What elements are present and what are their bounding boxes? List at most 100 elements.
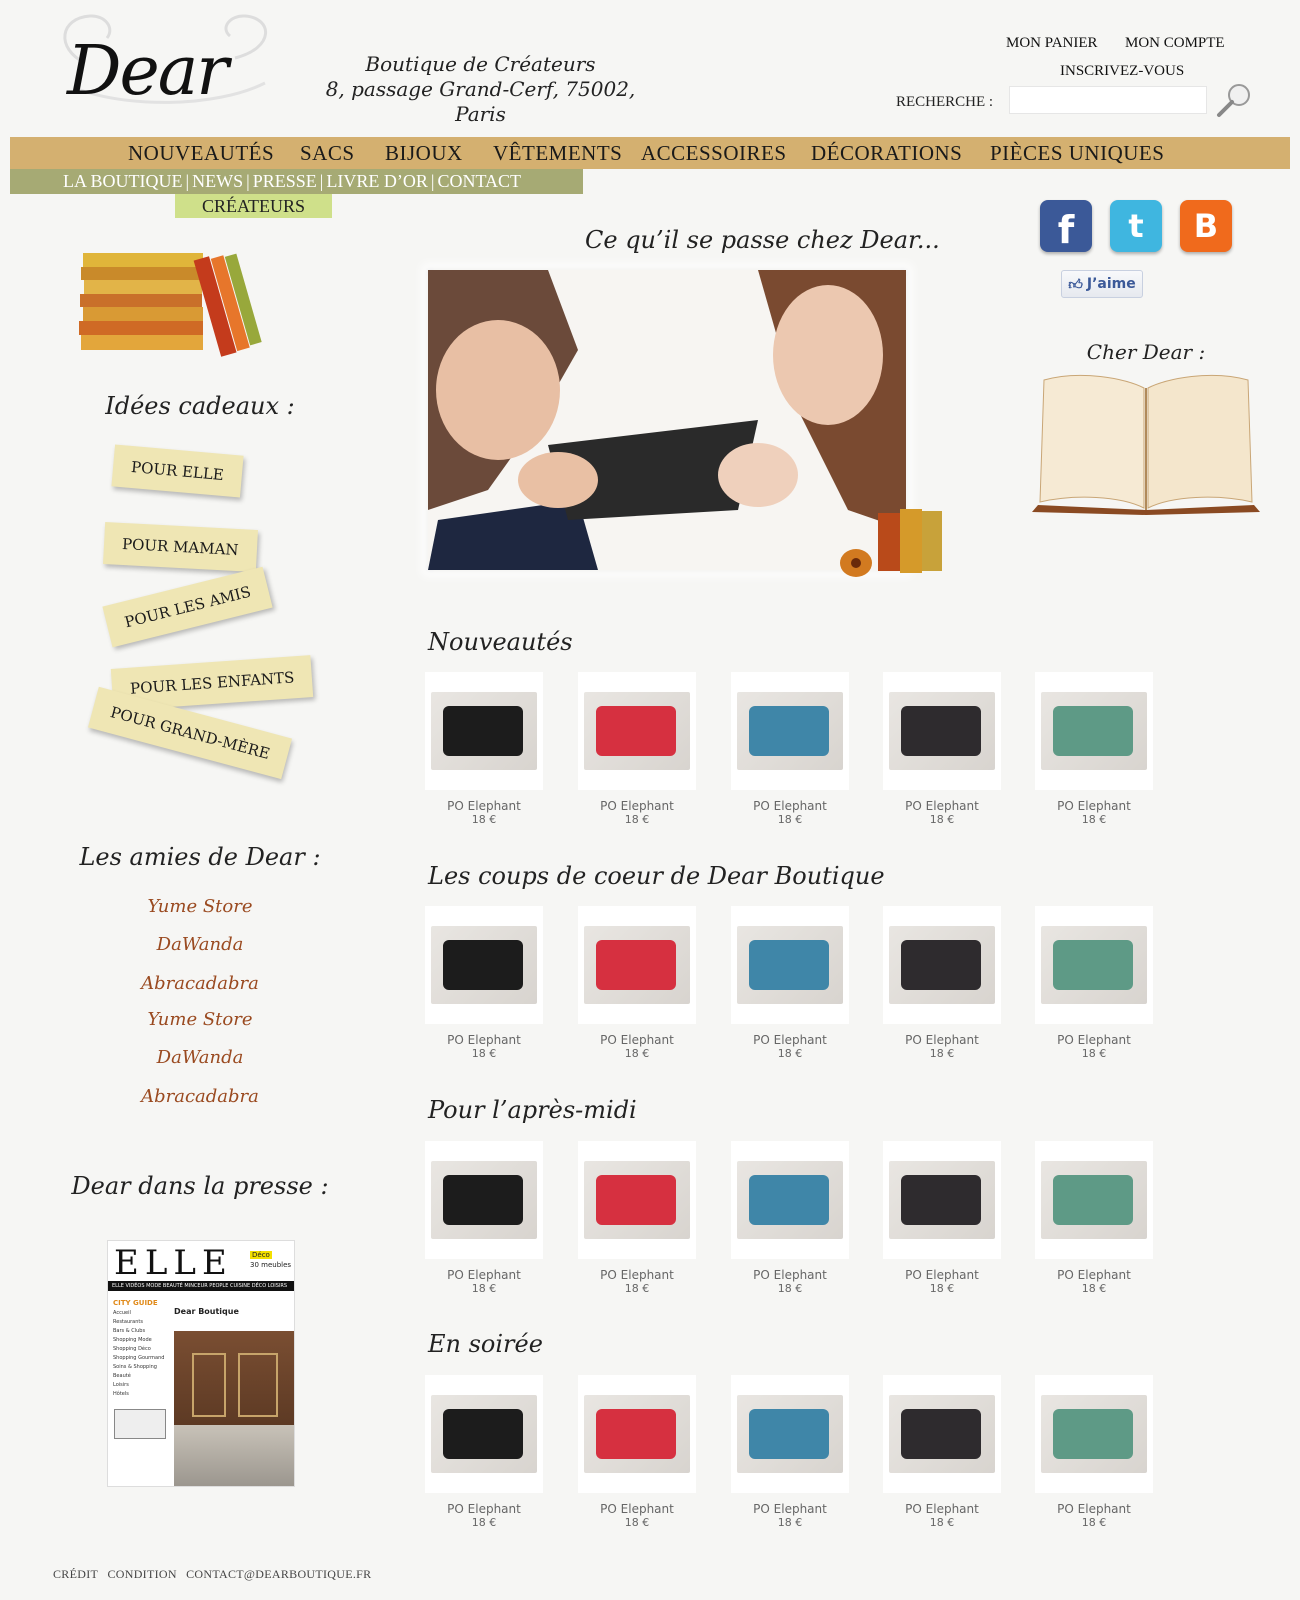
product-name[interactable]: PO Elephant — [883, 799, 1001, 813]
product-name[interactable]: PO Elephant — [883, 1502, 1001, 1516]
product-thumbnail[interactable] — [425, 1375, 543, 1493]
product-name[interactable]: PO Elephant — [731, 1268, 849, 1282]
product-name[interactable]: PO Elephant — [425, 1268, 543, 1282]
signup-link[interactable]: INSCRIVEZ-VOUS — [1060, 63, 1184, 80]
nav-item-pieces-uniques[interactable]: PIÈCES UNIQUES — [990, 141, 1164, 166]
product-thumbnail[interactable] — [731, 1375, 849, 1493]
product-card[interactable]: PO Elephant 18 € — [425, 1141, 543, 1295]
nav-item-decorations[interactable]: DÉCORATIONS — [811, 141, 962, 166]
gift-tag-pour-elle[interactable]: POUR ELLE — [111, 444, 244, 498]
facebook-icon[interactable]: f — [1040, 200, 1092, 252]
product-name[interactable]: PO Elephant — [425, 1502, 543, 1516]
product-card[interactable]: PO Elephant 18 € — [425, 906, 543, 1060]
product-thumbnail[interactable] — [1035, 906, 1153, 1024]
subnav-item-presse[interactable]: PRESSE — [253, 171, 317, 191]
product-name[interactable]: PO Elephant — [883, 1033, 1001, 1047]
product-card[interactable]: PO Elephant 18 € — [578, 672, 696, 826]
product-card[interactable]: PO Elephant 18 € — [731, 906, 849, 1060]
product-card[interactable]: PO Elephant 18 € — [578, 1141, 696, 1295]
product-thumbnail[interactable] — [425, 906, 543, 1024]
product-thumbnail[interactable] — [578, 1375, 696, 1493]
product-image — [584, 926, 690, 1004]
twitter-icon[interactable]: t — [1110, 200, 1162, 252]
search-button[interactable] — [1214, 82, 1254, 118]
nav-item-vetements[interactable]: VÊTEMENTS — [493, 141, 622, 166]
nav-item-bijoux[interactable]: BIJOUX — [385, 141, 463, 166]
subnav-item-news[interactable]: NEWS — [192, 171, 243, 191]
friend-link-dawanda[interactable]: DaWanda — [0, 934, 400, 955]
product-name[interactable]: PO Elephant — [578, 799, 696, 813]
gift-tag-pour-maman[interactable]: POUR MAMAN — [103, 522, 258, 572]
like-button[interactable]: 👍︎ J’aime — [1061, 270, 1143, 298]
gift-tag-pour-les-amis[interactable]: POUR LES AMIS — [102, 566, 274, 648]
subnav-item-contact[interactable]: CONTACT — [437, 171, 521, 191]
subnav-item-boutique[interactable]: LA BOUTIQUE — [63, 171, 183, 191]
nav-item-nouveautes[interactable]: NOUVEAUTÉS — [128, 141, 274, 166]
product-thumbnail[interactable] — [883, 1375, 1001, 1493]
product-name[interactable]: PO Elephant — [1035, 799, 1153, 813]
subnav-item-createurs[interactable]: CRÉATEURS — [175, 194, 332, 218]
friend-link-abracadabra[interactable]: Abracadabra — [0, 973, 400, 994]
footer-link-condition[interactable]: CONDITION — [107, 1567, 176, 1581]
product-card[interactable]: PO Elephant 18 € — [883, 1141, 1001, 1295]
product-card[interactable]: PO Elephant 18 € — [1035, 1141, 1153, 1295]
product-name[interactable]: PO Elephant — [731, 1502, 849, 1516]
product-thumbnail[interactable] — [731, 672, 849, 790]
product-thumbnail[interactable] — [883, 672, 1001, 790]
product-card[interactable]: PO Elephant 18 € — [1035, 906, 1153, 1060]
product-card[interactable]: PO Elephant 18 € — [1035, 672, 1153, 826]
product-thumbnail[interactable] — [578, 906, 696, 1024]
logo[interactable]: Dear — [45, 8, 290, 118]
product-card[interactable]: PO Elephant 18 € — [578, 1375, 696, 1529]
press-clipping[interactable]: ELLE Déco 30 meubles ELLE VIDÉOS MODE BE… — [107, 1240, 295, 1487]
search-input[interactable] — [1009, 86, 1207, 114]
product-name[interactable]: PO Elephant — [1035, 1502, 1153, 1516]
product-thumbnail[interactable] — [425, 1141, 543, 1259]
product-card[interactable]: PO Elephant 18 € — [731, 1141, 849, 1295]
product-price: 18 € — [471, 1047, 497, 1060]
product-card[interactable]: PO Elephant 18 € — [883, 906, 1001, 1060]
product-card[interactable]: PO Elephant 18 € — [731, 672, 849, 826]
product-thumbnail[interactable] — [1035, 672, 1153, 790]
product-name[interactable]: PO Elephant — [731, 1033, 849, 1047]
nav-item-accessoires[interactable]: ACCESSOIRES — [641, 141, 787, 166]
product-thumbnail[interactable] — [883, 906, 1001, 1024]
product-name[interactable]: PO Elephant — [425, 1033, 543, 1047]
product-name[interactable]: PO Elephant — [731, 799, 849, 813]
footer-link-credit[interactable]: CRÉDIT — [53, 1567, 98, 1581]
cart-link[interactable]: MON PANIER — [1006, 35, 1098, 52]
product-card[interactable]: PO Elephant 18 € — [578, 906, 696, 1060]
guestbook-book-image[interactable] — [1030, 370, 1262, 515]
nav-item-sacs[interactable]: SACS — [300, 141, 355, 166]
product-thumbnail[interactable] — [578, 672, 696, 790]
product-card[interactable]: PO Elephant 18 € — [731, 1375, 849, 1529]
blogger-icon[interactable]: B — [1180, 200, 1232, 252]
product-card[interactable]: PO Elephant 18 € — [425, 1375, 543, 1529]
product-thumbnail[interactable] — [1035, 1375, 1153, 1493]
friend-link-yume-store[interactable]: Yume Store — [0, 1009, 400, 1030]
product-thumbnail[interactable] — [578, 1141, 696, 1259]
hero-image[interactable] — [428, 270, 906, 570]
product-name[interactable]: PO Elephant — [883, 1268, 1001, 1282]
product-thumbnail[interactable] — [731, 1141, 849, 1259]
product-thumbnail[interactable] — [1035, 1141, 1153, 1259]
product-name[interactable]: PO Elephant — [578, 1502, 696, 1516]
product-thumbnail[interactable] — [731, 906, 849, 1024]
product-card[interactable]: PO Elephant 18 € — [883, 1375, 1001, 1529]
product-card[interactable]: PO Elephant 18 € — [1035, 1375, 1153, 1529]
product-thumbnail[interactable] — [883, 1141, 1001, 1259]
product-name[interactable]: PO Elephant — [578, 1268, 696, 1282]
product-card[interactable]: PO Elephant 18 € — [883, 672, 1001, 826]
footer-link-contact[interactable]: CONTACT@DEARBOUTIQUE.FR — [186, 1567, 371, 1581]
friend-link-yume-store[interactable]: Yume Store — [0, 896, 400, 917]
subnav-item-livre-dor[interactable]: LIVRE D’OR — [326, 171, 428, 191]
product-card[interactable]: PO Elephant 18 € — [425, 672, 543, 826]
product-name[interactable]: PO Elephant — [578, 1033, 696, 1047]
product-name[interactable]: PO Elephant — [1035, 1033, 1153, 1047]
product-name[interactable]: PO Elephant — [1035, 1268, 1153, 1282]
friend-link-dawanda[interactable]: DaWanda — [0, 1047, 400, 1068]
product-name[interactable]: PO Elephant — [425, 799, 543, 813]
friend-link-abracadabra[interactable]: Abracadabra — [0, 1086, 400, 1107]
account-link[interactable]: MON COMPTE — [1125, 35, 1225, 52]
product-thumbnail[interactable] — [425, 672, 543, 790]
